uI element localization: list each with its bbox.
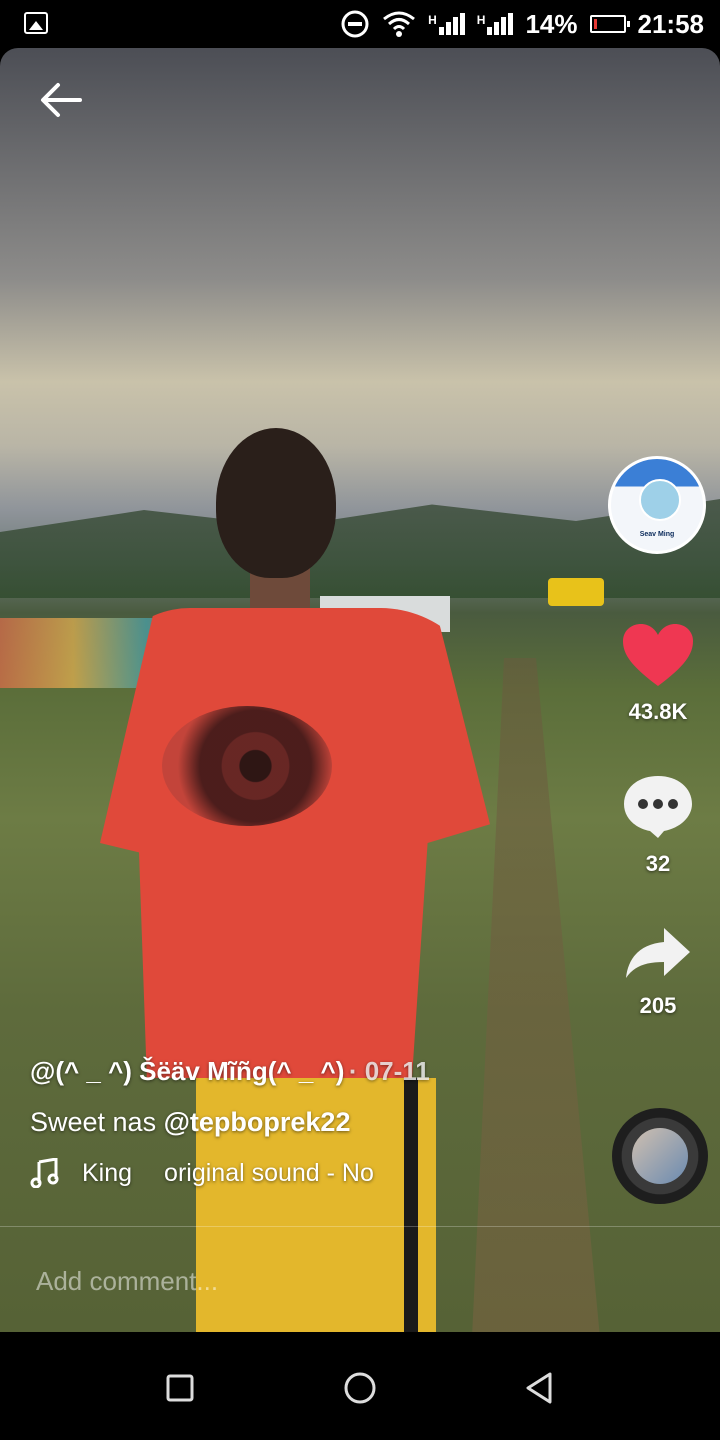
triangle-back-icon [526, 1372, 552, 1404]
status-indicators: H H 14% 21:58 [340, 0, 704, 48]
like-button[interactable]: 43.8K [613, 622, 703, 725]
gallery-notification-icon [24, 12, 48, 34]
background-bus [548, 578, 604, 606]
share-count: 205 [639, 993, 677, 1018]
profile-avatar[interactable]: Seav Ming [608, 456, 706, 554]
caption-mention[interactable]: @tepboprek22 [164, 1107, 351, 1137]
circle-icon [344, 1372, 376, 1404]
clock: 21:58 [637, 8, 705, 39]
status-bar: H H 14% 21:58 [0, 0, 720, 48]
comment-divider [0, 1226, 720, 1227]
system-nav-bar [0, 1332, 720, 1440]
comment-bubble-icon [624, 776, 692, 838]
battery-percent: 14% [525, 8, 578, 39]
music-disc[interactable] [612, 1108, 708, 1204]
music-disc-cover [632, 1128, 688, 1184]
comment-count: 32 [645, 851, 671, 876]
subject-shirt [100, 608, 490, 1078]
back-button[interactable] [36, 80, 84, 120]
signal-1: H [428, 13, 465, 35]
music-info[interactable]: King original sound - No [30, 1158, 590, 1188]
music-title: original sound - No [164, 1158, 374, 1187]
author-username[interactable]: @(^ _ ^) Šëäv Mĩñg(^ _ ^) [30, 1056, 344, 1086]
heart-icon [623, 624, 693, 686]
author-line: @(^ _ ^) Šëäv Mĩñg(^ _ ^) · 07-11 [30, 1056, 590, 1087]
video-subject [100, 428, 520, 1332]
battery-icon [589, 15, 630, 33]
share-arrow-icon [626, 928, 690, 978]
music-note-icon [30, 1158, 59, 1188]
signal-2: H [477, 13, 514, 35]
recent-apps-button[interactable] [160, 1368, 200, 1408]
share-button[interactable]: 205 [613, 926, 703, 1019]
signal-bars-icon [487, 13, 514, 35]
home-button[interactable] [340, 1368, 380, 1408]
system-back-button[interactable] [520, 1368, 560, 1408]
battery-level-fill [593, 19, 598, 29]
add-comment-input[interactable]: Add comment... [36, 1266, 596, 1297]
network-type-label: H [428, 13, 437, 27]
network-type-label: H [476, 13, 486, 27]
wifi-icon [383, 11, 416, 37]
square-icon [166, 1374, 194, 1402]
signal-bars-icon [438, 13, 465, 35]
subject-head [216, 428, 336, 578]
like-count: 43.8K [628, 699, 688, 724]
caption-text: Sweet nas [30, 1107, 164, 1137]
music-artist: King [82, 1158, 133, 1187]
post-date: · 07-11 [348, 1056, 430, 1086]
avatar-photo [639, 479, 681, 521]
post-info: @(^ _ ^) Šëäv Mĩñg(^ _ ^) · 07-11 Sweet … [30, 1056, 590, 1188]
post-caption: Sweet nas @tepboprek22 [30, 1107, 590, 1138]
avatar-name: Seav Ming [639, 531, 675, 538]
comment-button[interactable]: 32 [613, 772, 703, 877]
shirt-eye-print [162, 706, 332, 826]
arrow-left-icon [41, 83, 82, 117]
do-not-disturb-icon [341, 10, 369, 38]
